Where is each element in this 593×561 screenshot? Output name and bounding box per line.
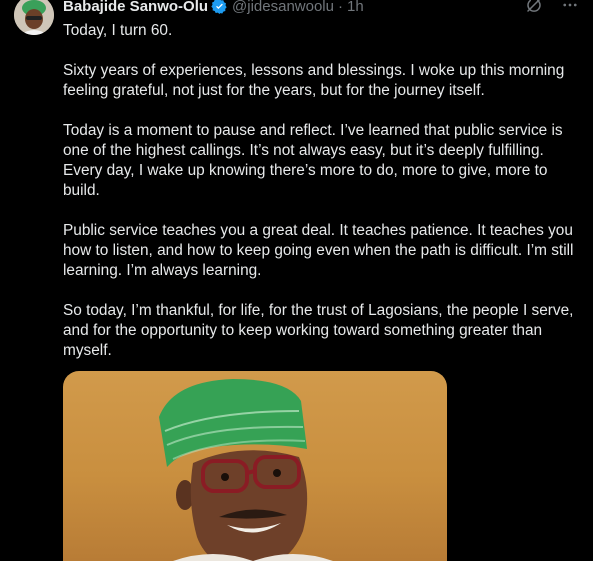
tweet-header: Babajide Sanwo-Olu @jidesanwoolu · 1h bbox=[63, 0, 593, 16]
tweet[interactable]: Babajide Sanwo-Olu @jidesanwoolu · 1h To… bbox=[0, 0, 593, 561]
separator-dot: · bbox=[337, 0, 343, 15]
tweet-text: Today, I turn 60. Sixty years of experie… bbox=[63, 21, 583, 381]
tweet-paragraph: Today is a moment to pause and reflect. … bbox=[63, 122, 563, 199]
portrait-image bbox=[159, 379, 333, 561]
avatar[interactable] bbox=[14, 0, 54, 35]
more-icon[interactable] bbox=[561, 0, 579, 14]
grok-icon[interactable] bbox=[525, 0, 543, 14]
tweet-paragraph: So today, I’m thankful, for life, for th… bbox=[63, 302, 574, 359]
tweet-paragraph: Sixty years of experiences, lessons and … bbox=[63, 62, 565, 99]
tweet-paragraph: Public service teaches you a great deal.… bbox=[63, 222, 574, 279]
verified-badge-icon bbox=[211, 0, 227, 14]
tweet-photo[interactable] bbox=[63, 371, 447, 561]
tweet-paragraph: Today, I turn 60. bbox=[63, 22, 173, 39]
handle[interactable]: @jidesanwoolu bbox=[232, 0, 334, 15]
display-name[interactable]: Babajide Sanwo-Olu bbox=[63, 0, 208, 15]
header-actions bbox=[525, 0, 579, 14]
timestamp[interactable]: 1h bbox=[347, 0, 364, 15]
avatar-image bbox=[14, 0, 54, 35]
